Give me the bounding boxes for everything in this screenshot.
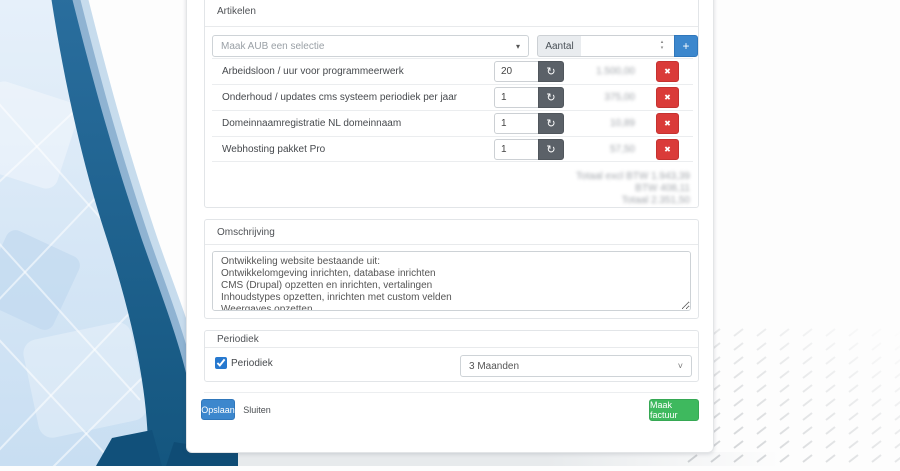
article-name: Onderhoud / updates cms systeem periodie… [222,92,457,103]
refresh-icon: ↻ [546,143,555,156]
periodic-checkbox-label[interactable]: Periodiek [231,358,273,369]
articles-panel: Artikelen Maak AUB een selectie ▾ Aantal… [204,0,699,208]
description-panel: Omschrijving Ontwikkeling website bestaa… [204,219,699,319]
chevron-down-icon: ▾ [516,42,520,51]
periodic-checkbox-row: Periodiek [215,357,273,369]
article-row: Domeinnaamregistratie NL domeinnaam ↻ 10… [212,110,693,136]
delete-icon: ✖ [664,93,671,102]
article-amount: 57,50 [610,144,635,155]
article-amount: 1.500,00 [596,66,635,77]
articles-panel-title: Artikelen [205,0,698,27]
totals-block: Totaal excl BTW 1.943,39 BTW 408,11 Tota… [576,171,690,207]
update-quantity-button[interactable]: ↻ [538,87,564,108]
quantity-stepper[interactable]: ▴ ▾ [657,39,667,53]
article-amount: 375,00 [604,92,635,103]
close-button[interactable]: Sluiten [239,399,275,420]
interval-select[interactable]: 3 Maanden ˅ [460,355,692,377]
invoice-form-card: Artikelen Maak AUB een selectie ▾ Aantal… [186,0,714,453]
article-select[interactable]: Maak AUB een selectie ▾ [212,35,529,57]
article-quantity-input[interactable] [494,87,539,108]
total-incl-btw: Totaal 2.351,50 [576,195,690,207]
article-quantity-input[interactable] [494,61,539,82]
update-quantity-button[interactable]: ↻ [538,113,564,134]
delete-icon: ✖ [664,119,671,128]
article-row: Arbeidsloon / uur voor programmeerwerk ↻… [212,58,693,84]
chevron-down-icon: ˅ [678,361,683,371]
update-quantity-button[interactable]: ↻ [538,61,564,82]
delete-icon: ✖ [664,67,671,76]
total-btw: BTW 408,11 [576,183,690,195]
plus-icon: + [682,39,689,53]
refresh-icon: ↻ [546,91,555,104]
article-row: Webhosting pakket Pro ↻ 57,50 ✖ [212,136,693,162]
delete-article-button[interactable]: ✖ [656,87,679,108]
description-panel-title: Omschrijving [205,220,698,245]
article-name: Arbeidsloon / uur voor programmeerwerk [222,66,404,77]
diagonal-dash-pattern [685,326,900,466]
total-excl-btw: Totaal excl BTW 1.943,39 [576,171,690,183]
delete-article-button[interactable]: ✖ [656,61,679,82]
article-list: Arbeidsloon / uur voor programmeerwerk ↻… [212,58,693,162]
save-button[interactable]: Opslaan [201,399,235,420]
refresh-icon: ↻ [546,117,555,130]
article-quantity-input[interactable] [494,113,539,134]
article-select-placeholder: Maak AUB een selectie [221,41,324,52]
add-article-button[interactable]: + [674,35,698,57]
footer-divider [204,392,699,393]
quantity-label: Aantal [537,35,582,57]
periodic-panel-title: Periodiek [205,331,698,348]
delete-icon: ✖ [664,145,671,154]
update-quantity-button[interactable]: ↻ [538,139,564,160]
periodic-checkbox[interactable] [215,357,227,369]
article-row: Onderhoud / updates cms systeem periodie… [212,84,693,110]
interval-select-value: 3 Maanden [469,361,519,372]
delete-article-button[interactable]: ✖ [656,139,679,160]
refresh-icon: ↻ [546,65,555,78]
periodic-panel: Periodiek Periodiek 3 Maanden ˅ [204,330,699,382]
description-textarea[interactable]: Ontwikkeling website bestaande uit: Ontw… [212,251,691,311]
delete-article-button[interactable]: ✖ [656,113,679,134]
stepper-down-icon[interactable]: ▾ [661,45,664,51]
article-quantity-input[interactable] [494,139,539,160]
article-name: Webhosting pakket Pro [222,144,325,155]
article-name: Domeinnaamregistratie NL domeinnaam [222,118,401,129]
make-invoice-button[interactable]: Maak factuur [649,399,699,421]
article-amount: 10,89 [610,118,635,129]
